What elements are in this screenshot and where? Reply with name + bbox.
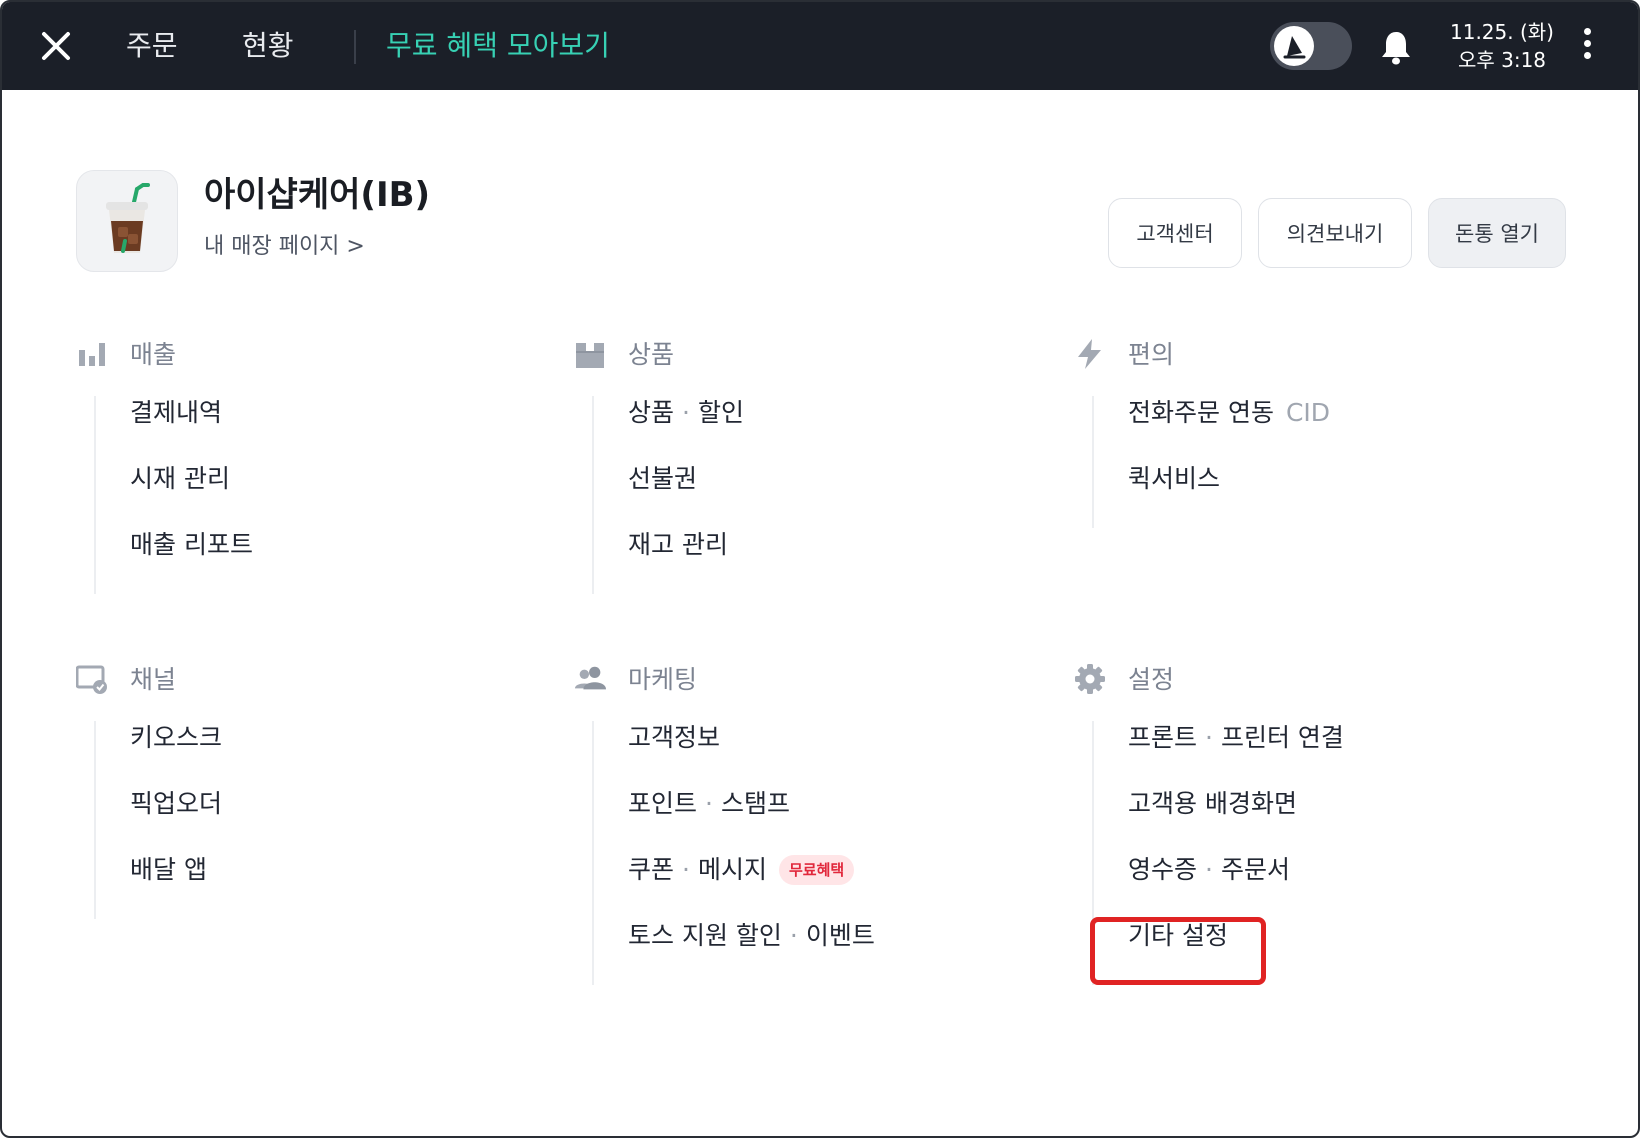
dot-separator: · [682, 398, 690, 427]
dot-separator: · [705, 789, 713, 818]
dot-separator: · [789, 921, 798, 950]
bar-chart-icon [79, 343, 105, 366]
open-cash-drawer-button[interactable]: 돈통 열기 [1428, 198, 1566, 268]
menu-item-phone-order-cid[interactable]: 전화주문 연동 CID [1128, 396, 1534, 462]
menu-item-customer-info[interactable]: 고객정보 [628, 721, 1034, 787]
app-window: 주문 현황 무료 혜택 모아보기 11.25. (화) 오후 3:18 아이샵케… [0, 0, 1640, 1138]
section-sales: 매출 결제내역 시재 관리 매출 리포트 [76, 332, 536, 594]
menu-item-other-settings[interactable]: 기타 설정 [1128, 919, 1534, 985]
store-logo [76, 170, 178, 272]
menu-item-coupons-messages[interactable]: 쿠폰 · 메시지 무료혜택 [628, 853, 1034, 919]
item-part: 토스 지원 할인 [628, 921, 782, 950]
section-products: 상품 상품 · 할인 선불권 재고 관리 [574, 332, 1034, 594]
bell-icon[interactable] [1378, 28, 1414, 66]
my-store-page-link[interactable]: 내 매장 페이지 > [204, 230, 365, 264]
menu-item-front-printer[interactable]: 프론트 · 프린터 연결 [1128, 721, 1534, 787]
section-title: 채널 [130, 665, 177, 694]
date-text: 11.25. (화) [1450, 20, 1554, 44]
toggle-knob [1274, 26, 1314, 66]
item-part: 메시지 [697, 855, 767, 884]
item-part: 포인트 [628, 789, 698, 818]
section-channels: 채널 키오스크 픽업오더 배달 앱 [76, 657, 536, 919]
customer-center-button[interactable]: 고객센터 [1108, 198, 1242, 268]
tab-status[interactable]: 현황 [242, 24, 294, 68]
top-bar: 주문 현황 무료 혜택 모아보기 11.25. (화) 오후 3:18 [2, 2, 1638, 90]
clock: 11.25. (화) 오후 3:18 [1442, 18, 1562, 74]
tab-divider [354, 30, 356, 64]
menu-item-cash-management[interactable]: 시재 관리 [130, 462, 536, 528]
menu-item-inventory[interactable]: 재고 관리 [628, 528, 1034, 594]
cid-label: CID [1285, 398, 1331, 427]
section-title: 상품 [628, 340, 675, 369]
section-title: 매출 [130, 340, 177, 369]
menu-item-toss-discount-event[interactable]: 토스 지원 할인 · 이벤트 [628, 919, 1034, 985]
menu-item-receipt-order-slip[interactable]: 영수증 · 주문서 [1128, 853, 1534, 919]
tab-order[interactable]: 주문 [126, 24, 178, 68]
item-part: 프론트 [1128, 723, 1198, 752]
free-benefit-badge: 무료혜택 [778, 855, 855, 885]
menu-item-prepaid-voucher[interactable]: 선불권 [628, 462, 1034, 528]
menu-item-quick-service[interactable]: 퀵서비스 [1128, 462, 1534, 528]
item-part: 쿠폰 [628, 855, 675, 884]
pen-icon [1283, 36, 1306, 59]
section-title: 편의 [1128, 340, 1175, 369]
feedback-button[interactable]: 의견보내기 [1258, 198, 1412, 268]
lightning-icon [1078, 339, 1101, 369]
people-icon [574, 666, 606, 690]
time-text: 오후 3:18 [1457, 48, 1547, 72]
more-menu-icon[interactable] [1580, 28, 1594, 64]
close-icon[interactable] [38, 28, 74, 64]
box-icon [576, 343, 604, 368]
screen-touch-icon [76, 665, 107, 694]
store-name: 아이샵케어(IB) [204, 175, 431, 215]
item-part: 전화주문 연동 [1128, 398, 1274, 427]
item-part: 프린터 연결 [1220, 723, 1344, 752]
menu-item-payment-history[interactable]: 결제내역 [130, 396, 536, 462]
menu-item-pickup-order[interactable]: 픽업오더 [130, 787, 536, 853]
dot-separator: · [1205, 855, 1213, 884]
menu-item-customer-wallpaper[interactable]: 고객용 배경화면 [1128, 787, 1534, 853]
section-title: 마케팅 [628, 665, 698, 694]
iced-coffee-icon [106, 183, 150, 253]
item-part: 이벤트 [805, 921, 875, 950]
menu-item-sales-report[interactable]: 매출 리포트 [130, 528, 536, 594]
dot-separator: · [1205, 723, 1213, 752]
item-part: 영수증 [1128, 855, 1198, 884]
section-settings: 설정 프론트 · 프린터 연결 고객용 배경화면 영수증 · 주문서 기타 설정 [1074, 657, 1534, 985]
menu-item-products-discounts[interactable]: 상품 · 할인 [628, 396, 1034, 462]
gear-icon [1075, 664, 1105, 694]
item-part: 스탬프 [720, 789, 790, 818]
section-title: 설정 [1128, 665, 1175, 694]
tab-free-benefits[interactable]: 무료 혜택 모아보기 [386, 24, 610, 68]
mode-toggle[interactable] [1270, 22, 1352, 70]
item-part: 상품 [628, 398, 675, 427]
menu-item-delivery-app[interactable]: 배달 앱 [130, 853, 536, 919]
section-marketing: 마케팅 고객정보 포인트 · 스탬프 쿠폰 · 메시지 무료혜택 토스 지원 할인 · 이벤트 [574, 657, 1034, 985]
section-convenience: 편의 전화주문 연동 CID 퀵서비스 [1074, 332, 1534, 528]
dot-separator: · [682, 855, 690, 884]
item-part: 주문서 [1220, 855, 1290, 884]
menu-item-kiosk[interactable]: 키오스크 [130, 721, 536, 787]
menu-item-points-stamps[interactable]: 포인트 · 스탬프 [628, 787, 1034, 853]
item-part: 할인 [697, 398, 744, 427]
